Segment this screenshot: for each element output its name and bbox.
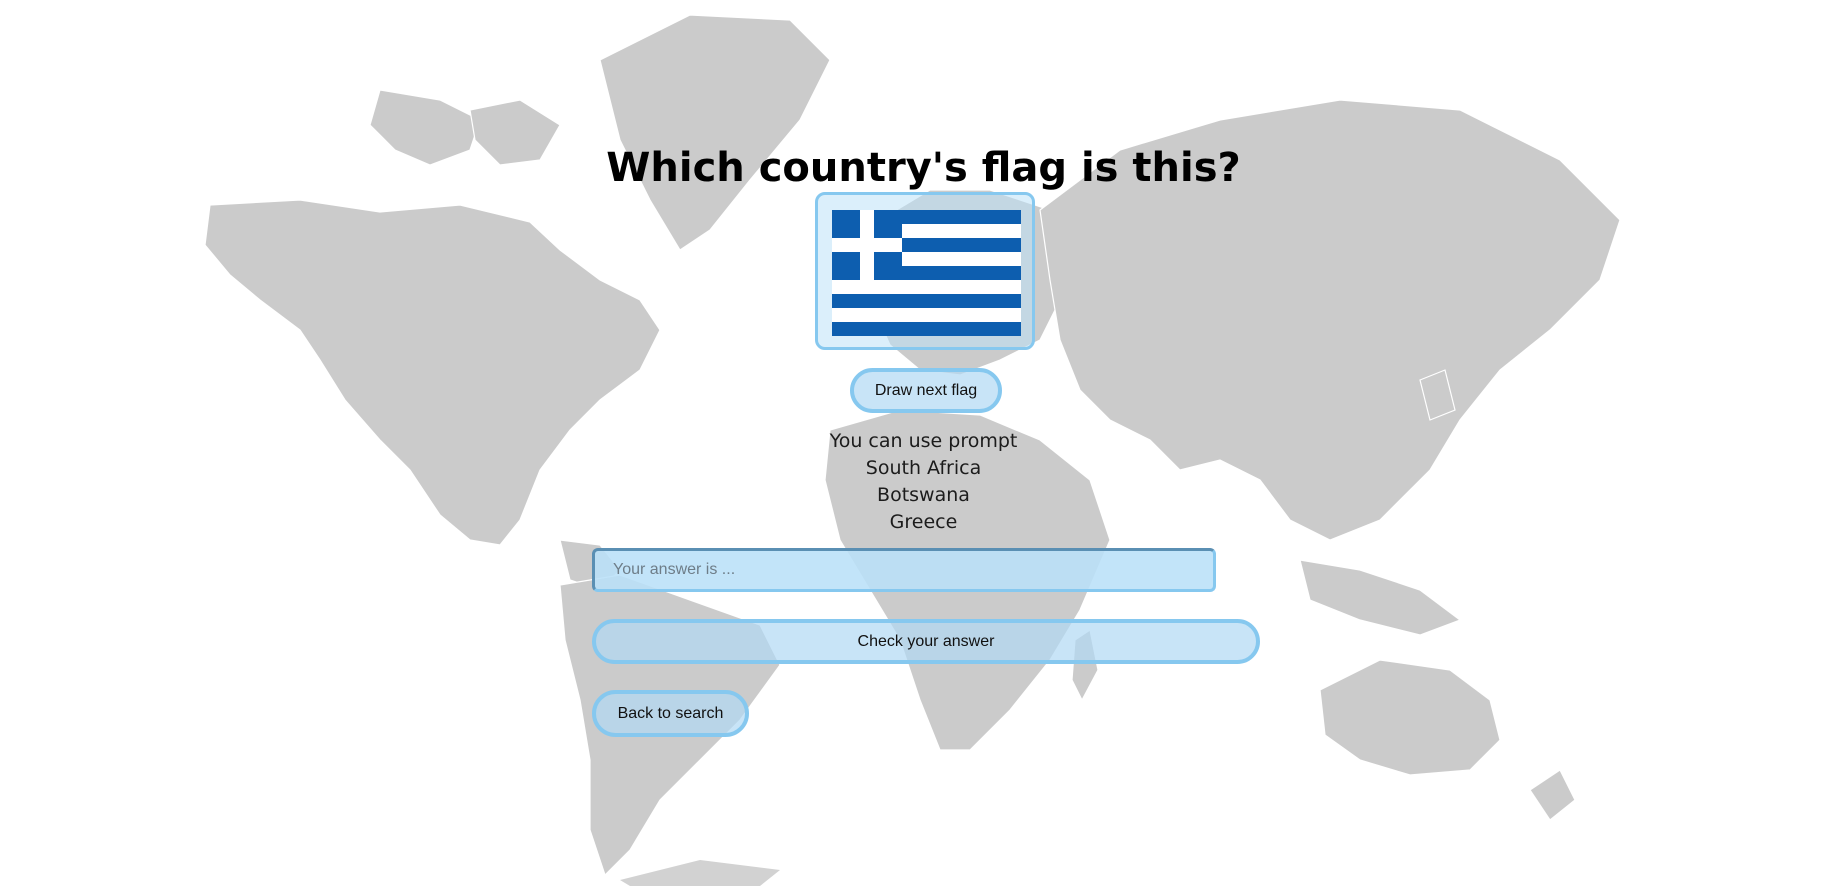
check-answer-button[interactable]: Check your answer (592, 619, 1260, 664)
prompt-option: South Africa (865, 457, 982, 479)
prompt-block: You can use prompt South Africa Botswana… (0, 428, 1847, 536)
prompt-heading: You can use prompt (829, 430, 1018, 452)
prompt-option: Botswana (877, 484, 970, 506)
draw-next-flag-button[interactable]: Draw next flag (850, 368, 1002, 413)
back-to-search-button[interactable]: Back to search (592, 690, 749, 737)
answer-input[interactable] (592, 548, 1216, 592)
flag-quiz-page: Which country's flag is this? Draw next … (0, 0, 1847, 886)
page-title: Which country's flag is this? (606, 145, 1241, 191)
prompt-option: Greece (889, 511, 958, 533)
flag-frame (815, 192, 1035, 350)
greece-flag-icon (832, 210, 1021, 336)
